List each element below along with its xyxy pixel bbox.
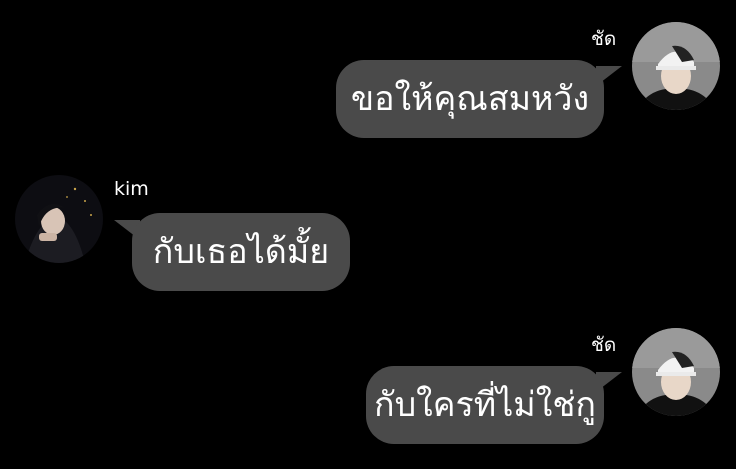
user-cap-avatar-icon: [632, 328, 720, 416]
message-bubble[interactable]: ขอให้คุณสมหวัง: [336, 60, 604, 138]
sender-name: kim: [114, 178, 149, 200]
user-cap-avatar-icon: [632, 22, 720, 110]
avatar[interactable]: [632, 328, 720, 416]
user-dark-avatar-icon: [15, 175, 103, 263]
sender-name: ชัด: [591, 334, 617, 356]
avatar[interactable]: [15, 175, 103, 263]
message-bubble[interactable]: กับเธอได้มั้ย: [132, 213, 350, 291]
avatar[interactable]: [632, 22, 720, 110]
message-bubble[interactable]: กับใครที่ไม่ใช่กู: [366, 366, 604, 444]
sender-name: ชัด: [591, 28, 617, 50]
